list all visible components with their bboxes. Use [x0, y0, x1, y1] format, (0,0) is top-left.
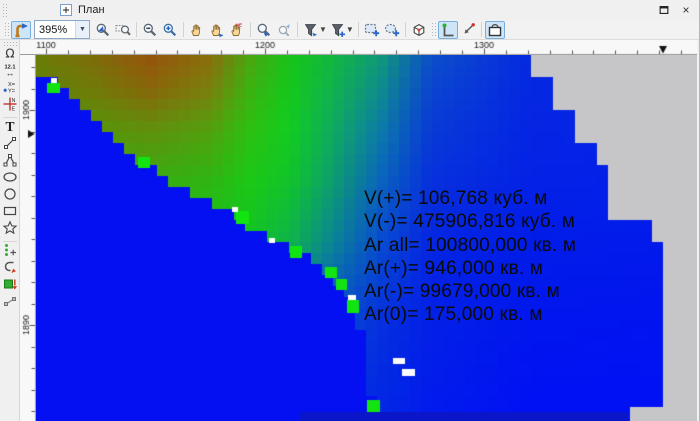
- app-window: План × 395%▼НЕ▼▼ Ω12.1↔X=Y=NET V(+)= 106…: [0, 0, 700, 421]
- svg-text:X=: X=: [8, 82, 15, 88]
- svg-text:↔: ↔: [5, 68, 14, 78]
- title-bar: План ×: [0, 0, 699, 21]
- pan-drag-button[interactable]: [207, 21, 227, 39]
- ruler-corner: [20, 40, 36, 55]
- svg-text:Y=: Y=: [8, 89, 15, 95]
- restore-icon[interactable]: [657, 3, 671, 17]
- pan-ne-button[interactable]: НЕ: [227, 21, 247, 39]
- basket-icon: [487, 22, 503, 38]
- report-line: Ar all= 100800,000 кв. м: [364, 234, 576, 257]
- hand-icon: [189, 22, 205, 38]
- star-icon: [2, 220, 18, 241]
- horizontal-ruler: [36, 40, 697, 55]
- marquee-ellipse-icon: [384, 22, 400, 38]
- report-line: Ar(-)= 99679,000 кв. м: [364, 280, 576, 303]
- svg-text:НЕ: НЕ: [236, 22, 243, 28]
- vertical-ruler: [20, 55, 36, 421]
- mag-plus-icon: [162, 22, 178, 38]
- hand-blue-icon: [209, 22, 225, 38]
- filter-apply-button[interactable]: [301, 21, 321, 39]
- pan-hand-button[interactable]: [187, 21, 207, 39]
- zoom-selection-button[interactable]: [93, 21, 113, 39]
- toolbar-separator: [136, 22, 137, 37]
- svg-text:T: T: [5, 119, 14, 134]
- window-controls: ×: [657, 3, 699, 17]
- zoom-combo[interactable]: 395%▼: [34, 20, 90, 39]
- funnel-plus-icon: [330, 22, 346, 38]
- edit-segment-button[interactable]: [1, 295, 19, 312]
- svg-text:Ω: Ω: [5, 47, 14, 61]
- toolbar-separator: [481, 22, 482, 37]
- ortho-mode-button[interactable]: [438, 21, 458, 39]
- toolbar-separator: [297, 22, 298, 37]
- report-line: V(-)= 475906,816 куб. м: [364, 210, 576, 233]
- drawing-toolbar: Ω12.1↔X=Y=NET: [0, 40, 20, 421]
- collector-button[interactable]: [485, 21, 505, 39]
- filter-add-button[interactable]: [328, 21, 348, 39]
- zoom-previous-button[interactable]: [254, 21, 274, 39]
- plan-tab-icon: [59, 3, 73, 17]
- funnel-arrow-icon: [303, 22, 319, 38]
- svg-text:N: N: [11, 98, 15, 104]
- ne-cross-icon: NE: [2, 96, 18, 117]
- toolbar-separator: [183, 22, 184, 37]
- zoom-frame-button[interactable]: [113, 21, 133, 39]
- view-3d-button[interactable]: [409, 21, 429, 39]
- zoom-value: 395%: [35, 24, 75, 36]
- tab-plan[interactable]: План: [55, 1, 109, 19]
- mag-fwd-icon: [276, 22, 292, 38]
- toolbar-grip[interactable]: [431, 22, 436, 37]
- zoom-combo-arrow[interactable]: ▼: [75, 21, 89, 38]
- titlebar-grip[interactable]: [2, 3, 7, 17]
- toolbar-separator: [250, 22, 251, 37]
- zoom-next-button[interactable]: [274, 21, 294, 39]
- select-rect-region-button[interactable]: [362, 21, 382, 39]
- mag-wedge-icon: [95, 22, 111, 38]
- marquee-rect-icon: [364, 22, 380, 38]
- tab-label: План: [78, 4, 105, 16]
- close-icon[interactable]: ×: [679, 3, 693, 17]
- cube-icon: [411, 22, 427, 38]
- filter-add-dropdown-arrow[interactable]: ▼: [346, 25, 354, 34]
- plan-view-button[interactable]: [11, 21, 31, 39]
- mag-back-icon: [256, 22, 272, 38]
- report-line: Ar(0)= 175,000 кв. м: [364, 303, 576, 326]
- zoom-in-button[interactable]: [160, 21, 180, 39]
- toolbar-separator: [358, 22, 359, 37]
- polygon-tool-button[interactable]: [1, 222, 19, 239]
- segment-gray-icon: [2, 293, 18, 314]
- corner-green-icon: [440, 22, 456, 38]
- toolbar-grip[interactable]: [4, 22, 9, 37]
- svg-text:E: E: [11, 107, 15, 113]
- volume-report: V(+)= 106,768 куб. м V(-)= 475906,816 ку…: [364, 187, 576, 327]
- report-line: Ar(+)= 946,000 кв. м: [364, 257, 576, 280]
- zoom-out-button[interactable]: [140, 21, 160, 39]
- north-east-cross-button[interactable]: NE: [1, 98, 19, 115]
- report-line: V(+)= 106,768 куб. м: [364, 187, 576, 210]
- mag-frame-icon: [115, 22, 131, 38]
- hand-ne-icon: НЕ: [229, 22, 245, 38]
- filter-apply-dropdown-arrow[interactable]: ▼: [319, 25, 327, 34]
- plan-icon: [13, 22, 29, 38]
- mag-minus-icon: [142, 22, 158, 38]
- select-ellipse-region-button[interactable]: [382, 21, 402, 39]
- toolbar-separator: [405, 22, 406, 37]
- snap-direction-button[interactable]: [458, 21, 478, 39]
- arrow-red-icon: [460, 22, 476, 38]
- main-toolbar: 395%▼НЕ▼▼: [0, 20, 699, 40]
